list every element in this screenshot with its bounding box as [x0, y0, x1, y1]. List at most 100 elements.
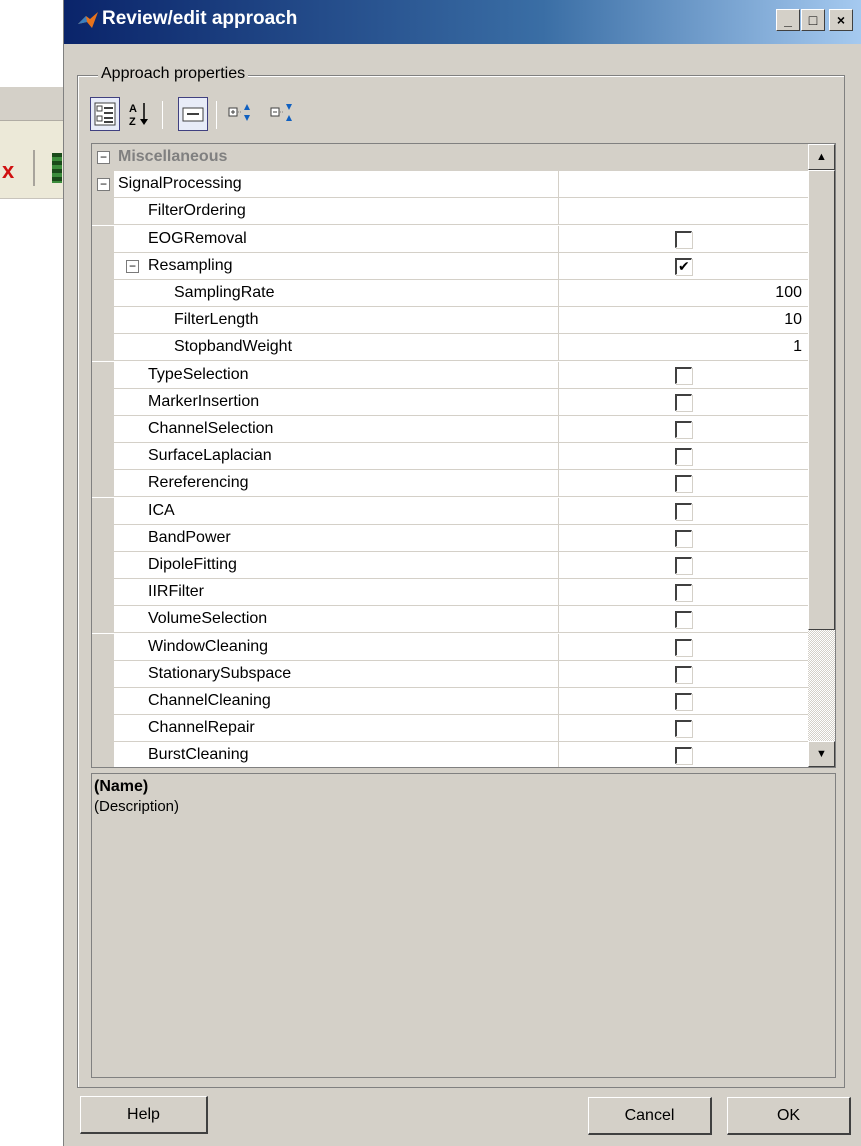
property-checkbox[interactable] — [675, 720, 692, 738]
close-button[interactable]: × — [829, 9, 853, 31]
property-name: ChannelRepair — [148, 719, 255, 737]
collapse-all-button[interactable] — [268, 97, 298, 131]
minimize-button[interactable]: _ — [776, 9, 800, 31]
property-row-markerinsertion[interactable]: MarkerInsertion — [92, 388, 808, 416]
property-name: StopbandWeight — [174, 338, 293, 356]
property-row-iirfilter[interactable]: IIRFilter — [92, 579, 808, 607]
property-value-cell[interactable] — [558, 252, 808, 280]
property-value-cell[interactable] — [558, 361, 808, 389]
property-checkbox[interactable] — [675, 638, 692, 656]
scroll-up-button[interactable]: ▲ — [808, 144, 835, 170]
property-row-filterlength[interactable]: FilterLength 10 — [92, 307, 808, 335]
property-value-cell[interactable] — [558, 470, 808, 498]
property-value-cell[interactable] — [558, 443, 808, 471]
row-gutter — [92, 416, 114, 443]
maximize-button[interactable]: □ — [801, 9, 825, 31]
alphabetical-sort-button[interactable]: A Z — [124, 97, 154, 131]
property-value-cell[interactable] — [558, 660, 808, 688]
property-row-channelrepair[interactable]: ChannelRepair — [92, 715, 808, 743]
property-checkbox[interactable] — [675, 366, 692, 384]
property-checkbox[interactable] — [675, 448, 692, 466]
property-value-cell[interactable] — [558, 688, 808, 715]
property-checkbox[interactable] — [675, 475, 692, 493]
collapse-toggle-icon[interactable]: − — [97, 151, 110, 164]
property-row-eogremoval[interactable]: EOGRemoval — [92, 225, 808, 253]
property-value-cell[interactable] — [558, 552, 808, 579]
delete-icon[interactable]: x — [2, 160, 14, 182]
property-checkbox[interactable] — [675, 693, 692, 710]
property-value-cell[interactable] — [558, 497, 808, 525]
property-row-burstcleaning[interactable]: BurstCleaning — [92, 742, 808, 767]
background-menu-strip — [0, 87, 70, 121]
property-value-cell[interactable] — [558, 606, 808, 634]
categorized-view-button[interactable] — [90, 97, 120, 131]
ok-button[interactable]: OK — [727, 1097, 851, 1135]
property-row-signalprocessing[interactable]: − SignalProcessing — [92, 171, 808, 199]
row-gutter — [92, 742, 114, 767]
property-value-cell[interactable] — [558, 416, 808, 443]
property-value-cell[interactable] — [558, 388, 808, 416]
collapse-toggle-icon[interactable]: − — [126, 259, 139, 273]
property-row-channelcleaning[interactable]: ChannelCleaning — [92, 688, 808, 715]
property-value[interactable]: 100 — [775, 284, 802, 302]
title-bar[interactable]: Review/edit approach _ □ × — [64, 0, 861, 44]
property-checkbox[interactable] — [675, 502, 692, 520]
property-row-ica[interactable]: ICA — [92, 497, 808, 525]
row-gutter — [92, 688, 114, 715]
property-row-volumeselection[interactable]: VolumeSelection — [92, 606, 808, 634]
row-gutter — [92, 225, 114, 253]
scroll-down-button[interactable]: ▼ — [808, 741, 835, 767]
expand-all-button[interactable] — [226, 97, 256, 131]
tool-icon[interactable] — [52, 153, 62, 183]
vertical-scrollbar[interactable]: ▲ ▼ — [808, 144, 835, 767]
property-value-cell[interactable] — [558, 579, 808, 607]
property-row-resampling[interactable]: − Resampling — [92, 252, 808, 280]
property-value-cell[interactable]: 100 — [558, 280, 808, 307]
property-row-bandpower[interactable]: BandPower — [92, 524, 808, 552]
property-row-dipolefitting[interactable]: DipoleFitting — [92, 552, 808, 579]
property-pages-button[interactable] — [178, 97, 208, 131]
scroll-thumb[interactable] — [808, 170, 835, 630]
property-checkbox[interactable] — [675, 557, 692, 574]
property-value-cell[interactable] — [558, 198, 808, 226]
property-row-typeselection[interactable]: TypeSelection — [92, 361, 808, 389]
property-value-cell[interactable]: 1 — [558, 334, 808, 362]
property-row-channelselection[interactable]: ChannelSelection — [92, 416, 808, 443]
property-row-stationarysubspace[interactable]: StationarySubspace — [92, 660, 808, 688]
row-gutter — [92, 579, 114, 607]
property-checkbox[interactable] — [675, 421, 692, 438]
property-checkbox[interactable] — [675, 529, 692, 547]
cancel-button[interactable]: Cancel — [588, 1097, 712, 1135]
property-row-filterordering[interactable]: FilterOrdering — [92, 198, 808, 226]
property-value-cell[interactable] — [558, 715, 808, 743]
property-name: FilterLength — [174, 311, 259, 329]
property-checkbox[interactable] — [675, 230, 692, 248]
matlab-icon — [78, 12, 98, 28]
property-checkbox[interactable] — [675, 611, 692, 629]
row-gutter — [92, 388, 114, 416]
property-name: EOGRemoval — [148, 229, 247, 247]
property-grid[interactable]: − Miscellaneous − SignalProcessing FilterOrd… — [91, 143, 836, 768]
property-value-cell[interactable] — [558, 633, 808, 661]
property-value[interactable]: 1 — [793, 338, 802, 356]
property-value-cell[interactable]: 10 — [558, 307, 808, 335]
property-row-miscellaneous[interactable]: − Miscellaneous — [92, 144, 808, 171]
property-value-cell[interactable] — [558, 225, 808, 253]
property-row-samplingrate[interactable]: SamplingRate 100 — [92, 280, 808, 307]
property-checkbox[interactable] — [675, 747, 692, 765]
property-row-rereferencing[interactable]: Rereferencing — [92, 470, 808, 498]
collapse-toggle-icon[interactable]: − — [97, 178, 110, 192]
property-value-cell[interactable] — [558, 742, 808, 767]
toolbar-separator — [162, 101, 163, 129]
property-checkbox[interactable] — [675, 393, 692, 411]
property-checkbox[interactable] — [675, 665, 692, 683]
property-checkbox[interactable] — [675, 257, 692, 275]
help-button[interactable]: Help — [80, 1096, 208, 1134]
property-pages-icon — [182, 107, 204, 122]
property-checkbox[interactable] — [675, 584, 692, 602]
property-value[interactable]: 10 — [784, 311, 802, 329]
property-value-cell[interactable] — [558, 524, 808, 552]
property-row-windowcleaning[interactable]: WindowCleaning — [92, 633, 808, 661]
property-row-stopbandweight[interactable]: StopbandWeight 1 — [92, 334, 808, 362]
property-row-surfacelaplacian[interactable]: SurfaceLaplacian — [92, 443, 808, 471]
